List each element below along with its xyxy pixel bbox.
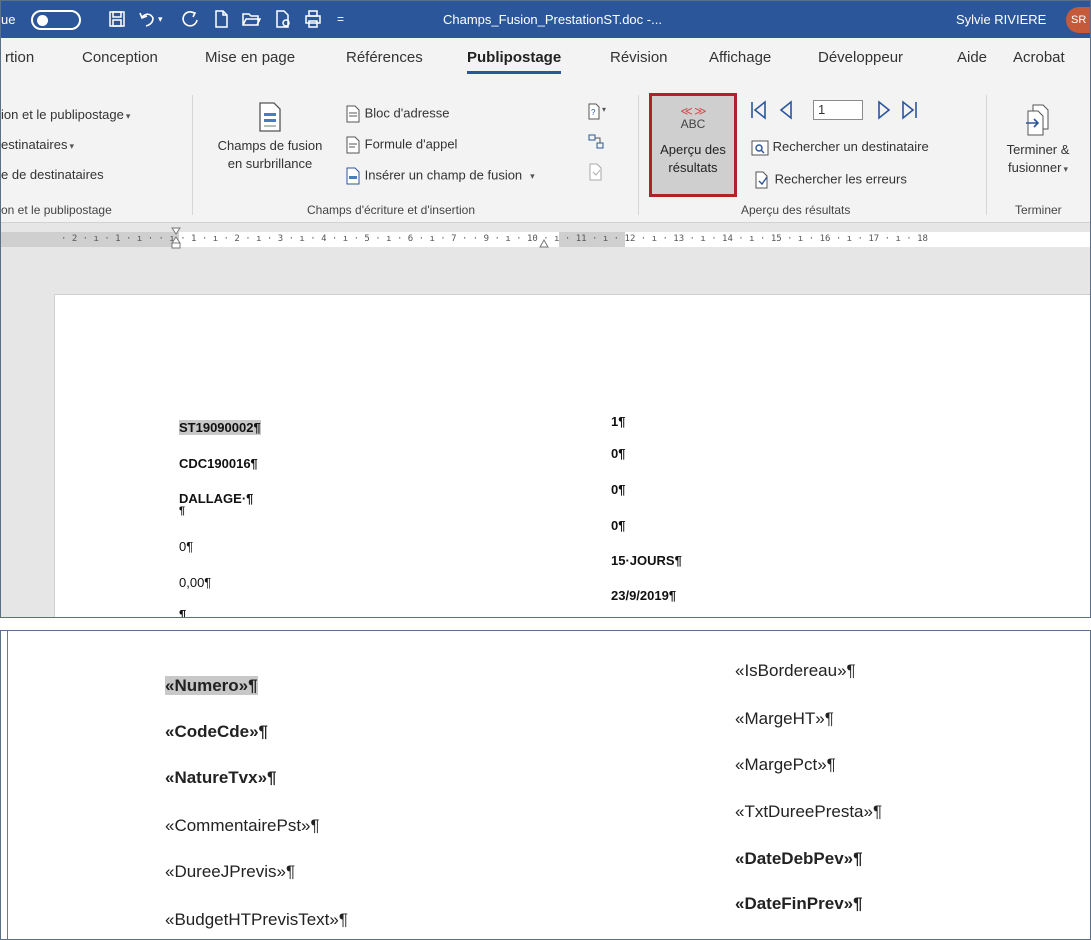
finish-merge-icon xyxy=(1024,104,1052,136)
undo-icon[interactable] xyxy=(137,9,157,29)
tab-developpeur[interactable]: Développeur xyxy=(818,49,903,66)
last-record-icon[interactable] xyxy=(899,99,919,121)
find-recipient-button[interactable]: Rechercher un destinataire xyxy=(751,139,929,156)
preview-numero: ST19090002¶ xyxy=(179,420,261,435)
check-errors-button[interactable]: Rechercher les erreurs xyxy=(753,171,907,189)
address-block-button[interactable]: Bloc d'adresse xyxy=(345,105,450,123)
previous-record-icon[interactable] xyxy=(777,99,795,121)
open-folder-icon[interactable] xyxy=(241,9,262,29)
preview-naturetvx: DALLAGE·¶ xyxy=(179,491,254,506)
field-margeht[interactable]: «MargeHT»¶ xyxy=(735,709,834,729)
tab-aide[interactable]: Aide xyxy=(957,49,987,66)
field-budgethtprevistext[interactable]: «BudgetHTPrevisText»¶ xyxy=(165,910,348,930)
field-numero[interactable]: «Numero»¶ xyxy=(165,676,258,696)
tab-insertion[interactable]: rtion xyxy=(5,49,34,66)
save-icon[interactable] xyxy=(107,9,127,29)
preview-isbordereau: 1¶ xyxy=(611,414,626,429)
group-label-write-insert: Champs d'écriture et d'insertion xyxy=(307,203,475,217)
document-title: Champs_Fusion_PrestationST.doc -... xyxy=(443,12,662,27)
group-divider xyxy=(192,95,193,215)
autosave-label: ue xyxy=(1,12,16,27)
field-codecde[interactable]: «CodeCde»¶ xyxy=(165,722,268,742)
update-labels-icon[interactable] xyxy=(587,163,605,181)
group-label-finish: Terminer xyxy=(1015,203,1062,217)
preview-results-button[interactable]: ≪ ≫ ABC Aperçu des résultats xyxy=(649,93,737,197)
highlight-merge-fields-button[interactable]: Champs de fusion en surbrillance xyxy=(206,101,334,173)
group-label-preview: Aperçu des résultats xyxy=(741,203,851,217)
preview-commentairepst: ¶ xyxy=(179,505,186,517)
field-naturetvx[interactable]: «NatureTvx»¶ xyxy=(165,768,277,788)
ribbon-publipostage: ion et le publipostage ▾ estinataires ▾ e … xyxy=(1,79,1090,223)
tab-affichage[interactable]: Affichage xyxy=(709,49,771,66)
group-label-start: on et le publipostage xyxy=(1,203,112,217)
preview-date-deb: 15·JOURS¶ xyxy=(611,553,682,568)
group-divider xyxy=(638,95,639,215)
match-fields-icon[interactable] xyxy=(587,133,605,151)
insert-field-icon xyxy=(345,167,361,185)
autosave-toggle[interactable] xyxy=(31,10,81,30)
svg-text:▾: ▾ xyxy=(602,105,606,114)
preview-date-fin: 23/9/2019¶ xyxy=(611,588,677,603)
redo-icon[interactable] xyxy=(181,9,201,29)
title-bar: ue ▾ = Champs_Fusion_PrestationST.doc -.… xyxy=(1,1,1090,38)
field-isbordereau[interactable]: «IsBordereau»¶ xyxy=(735,661,856,681)
preview-margepct: 0¶ xyxy=(611,482,626,497)
find-recipient-icon xyxy=(751,139,769,156)
user-name[interactable]: Sylvie RIVIERE xyxy=(956,1,1046,38)
new-document-icon[interactable] xyxy=(211,9,231,29)
preview-chevrons-icon: ≪ ≫ xyxy=(680,104,706,118)
page-edge xyxy=(7,631,8,939)
greeting-line-button[interactable]: Formule d'appel xyxy=(345,136,457,154)
select-recipients-button[interactable]: estinataires ▾ xyxy=(1,137,74,152)
horizontal-ruler[interactable]: · 2 · ı · 1 · ı · · ı · 1 · ı · 2 · ı · … xyxy=(1,223,1090,258)
greeting-line-icon xyxy=(345,136,361,154)
start-mail-merge-button[interactable]: ion et le publipostage ▾ xyxy=(1,107,130,122)
next-record-icon[interactable] xyxy=(875,99,893,121)
highlight-fields-icon xyxy=(257,102,283,132)
preview-budget: 0,00¶ xyxy=(179,575,212,590)
user-avatar[interactable]: SR xyxy=(1066,7,1090,33)
field-dureejprevis[interactable]: «DureeJPrevis»¶ xyxy=(165,862,295,882)
tab-mise-en-page[interactable]: Mise en page xyxy=(205,49,295,66)
preview-extra: ¶ xyxy=(179,607,187,618)
undo-dropdown-icon[interactable]: ▾ xyxy=(158,9,168,29)
edit-recipient-list-button[interactable]: e de destinataires xyxy=(1,167,104,182)
svg-text:?: ? xyxy=(591,108,596,117)
finish-merge-button[interactable]: Terminer & fusionner ▾ xyxy=(996,103,1080,178)
preview-codecde: CDC190016¶ xyxy=(179,456,258,471)
tab-references[interactable]: Références xyxy=(346,49,423,66)
tab-acrobat[interactable]: Acrobat xyxy=(1013,49,1065,66)
abc-icon: ABC xyxy=(680,117,706,131)
document-page[interactable]: ST19090002¶ CDC190016¶ DALLAGE·¶ ¶ 0¶ 0,… xyxy=(54,294,1090,618)
insert-merge-field-button[interactable]: Insérer un champ de fusion ▾ xyxy=(345,167,535,185)
field-commentairepst[interactable]: «CommentairePst»¶ xyxy=(165,816,320,836)
preview-duree-presta: 0¶ xyxy=(611,518,626,533)
group-divider xyxy=(986,95,987,215)
document-area: ST19090002¶ CDC190016¶ DALLAGE·¶ ¶ 0¶ 0,… xyxy=(1,258,1090,618)
print-preview-icon[interactable] xyxy=(273,9,293,29)
indent-marker-icon[interactable] xyxy=(171,227,181,249)
customize-qat-icon[interactable]: = xyxy=(337,1,344,38)
right-indent-marker-icon[interactable] xyxy=(539,235,549,249)
preview-dureejprevis: 0¶ xyxy=(179,539,194,554)
tab-conception[interactable]: Conception xyxy=(82,49,158,66)
quick-print-icon[interactable] xyxy=(303,9,323,29)
ribbon-tabs: rtion Conception Mise en page Références… xyxy=(1,38,1090,79)
rules-icon[interactable]: ? ▾ xyxy=(587,103,609,121)
ruler-ticks: · 2 · ı · 1 · ı · · ı · 1 · ı · 2 · ı · … xyxy=(61,234,928,244)
word-window-top: ue ▾ = Champs_Fusion_PrestationST.doc -.… xyxy=(0,0,1091,618)
address-block-icon xyxy=(345,105,361,123)
check-errors-icon xyxy=(753,171,771,189)
preview-margeht: 0¶ xyxy=(611,446,626,461)
record-number-input[interactable]: 1 xyxy=(813,100,863,120)
field-margepct[interactable]: «MargePct»¶ xyxy=(735,755,836,775)
tab-revision[interactable]: Révision xyxy=(610,49,668,66)
field-datedebpev[interactable]: «DateDebPev»¶ xyxy=(735,849,863,869)
tab-publipostage[interactable]: Publipostage xyxy=(467,49,562,74)
first-record-icon[interactable] xyxy=(749,99,769,121)
field-txtdureepresta[interactable]: «TxtDureePresta»¶ xyxy=(735,802,882,822)
merge-fields-view: «Numero»¶ «CodeCde»¶ «NatureTvx»¶ «Comme… xyxy=(0,630,1091,940)
field-datefinprev[interactable]: «DateFinPrev»¶ xyxy=(735,894,863,914)
